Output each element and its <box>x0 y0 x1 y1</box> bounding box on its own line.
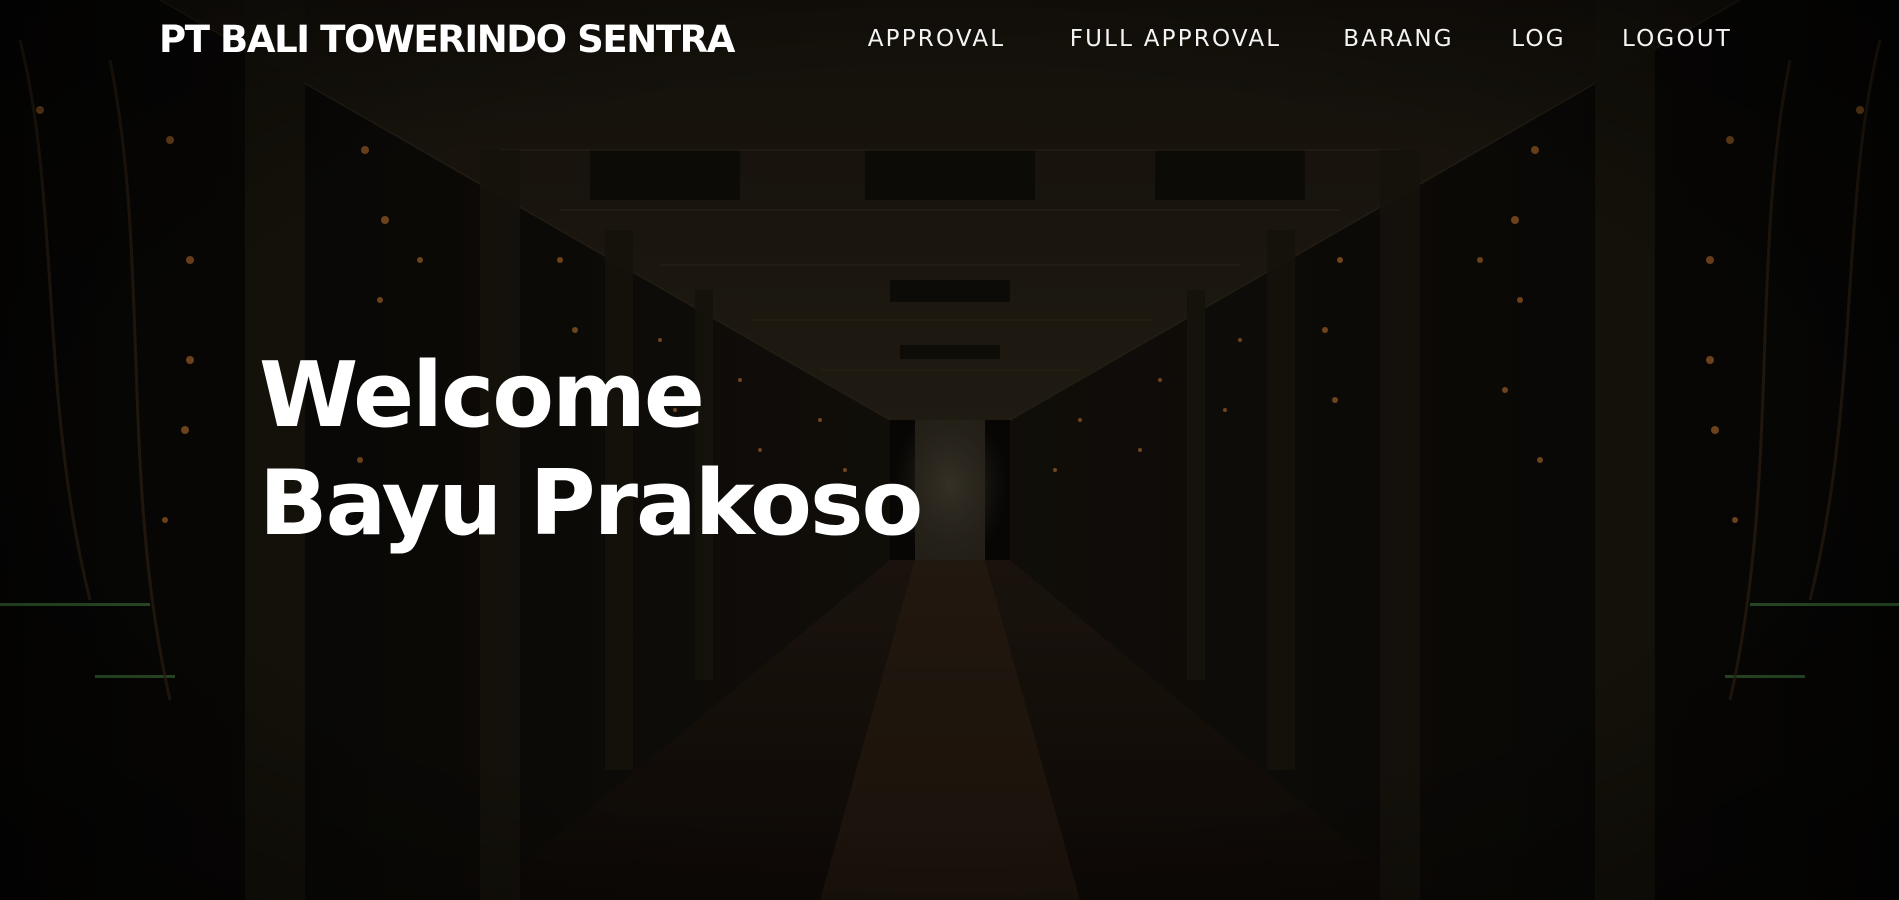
nav-link-log[interactable]: LOG <box>1510 24 1567 54</box>
hero-heading: Welcome Bayu Prakoso <box>259 342 1059 558</box>
top-navbar: PT BALI TOWERINDO SENTRA APPROVAL FULL A… <box>0 0 1899 80</box>
nav-link-barang[interactable]: BARANG <box>1340 24 1457 54</box>
nav-link-logout[interactable]: LOGOUT <box>1620 24 1734 54</box>
nav-item-full-approval: FULL APPROVAL <box>1063 24 1288 54</box>
nav-item-approval: APPROVAL <box>863 24 1010 54</box>
nav-menu: APPROVAL FULL APPROVAL BARANG LOG LOGOUT <box>0 24 1899 54</box>
nav-link-full-approval[interactable]: FULL APPROVAL <box>1063 24 1288 54</box>
nav-item-log: LOG <box>1510 24 1567 54</box>
nav-item-logout: LOGOUT <box>1620 24 1734 54</box>
hero-welcome-text: Welcome <box>259 343 705 448</box>
nav-item-barang: BARANG <box>1340 24 1457 54</box>
nav-link-approval[interactable]: APPROVAL <box>863 24 1010 54</box>
hero-username-text: Bayu Prakoso <box>259 451 923 556</box>
